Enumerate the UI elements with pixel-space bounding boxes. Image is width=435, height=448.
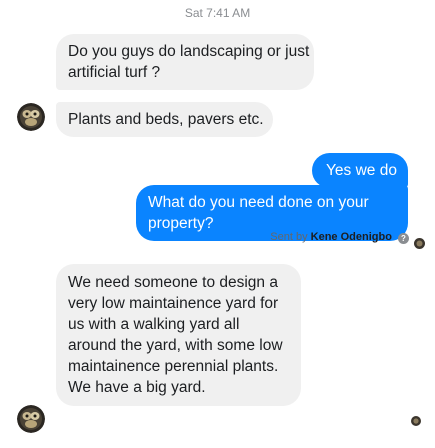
sent-by-label: Sent by Kene Odenigbo ? bbox=[270, 231, 409, 244]
message-text-line: Do you guys do landscaping or just bbox=[68, 43, 310, 60]
conversation-timestamp: Sat 7:41 AM bbox=[184, 6, 251, 20]
message-bubble-incoming[interactable]: Plants and beds, pavers etc. bbox=[56, 102, 273, 137]
contact-avatar[interactable] bbox=[17, 103, 45, 131]
message-text-line: artificial turf ? bbox=[68, 64, 161, 81]
message-text-line: We need someone to design a bbox=[68, 274, 278, 291]
sent-by-prefix: Sent by bbox=[270, 231, 308, 243]
message-text-line: around the yard, with some low bbox=[68, 337, 283, 354]
message-text-line: us with a walking yard all bbox=[68, 316, 240, 333]
message-bubble-incoming[interactable]: We need someone to design a very low mai… bbox=[56, 264, 301, 406]
info-icon[interactable]: ? bbox=[398, 233, 409, 244]
message-text-line: What do you need done on your bbox=[148, 194, 369, 211]
message-text-line: Plants and beds, pavers etc. bbox=[68, 111, 264, 128]
seen-avatar-dot bbox=[414, 236, 425, 249]
sent-by-name[interactable]: Kene Odenigbo bbox=[311, 231, 392, 243]
message-text-line: Yes we do bbox=[326, 162, 397, 179]
contact-avatar[interactable] bbox=[17, 405, 45, 433]
message-text-line: very low maintainence yard for bbox=[68, 295, 279, 312]
message-bubble-incoming[interactable]: Do you guys do landscaping or just artif… bbox=[56, 34, 314, 90]
message-text-line: maintainence perennial plants. bbox=[68, 358, 279, 375]
seen-avatar-dot bbox=[411, 413, 421, 426]
message-text-line: We have a big yard. bbox=[68, 379, 206, 396]
message-bubble-outgoing[interactable]: Yes we do bbox=[312, 153, 408, 188]
